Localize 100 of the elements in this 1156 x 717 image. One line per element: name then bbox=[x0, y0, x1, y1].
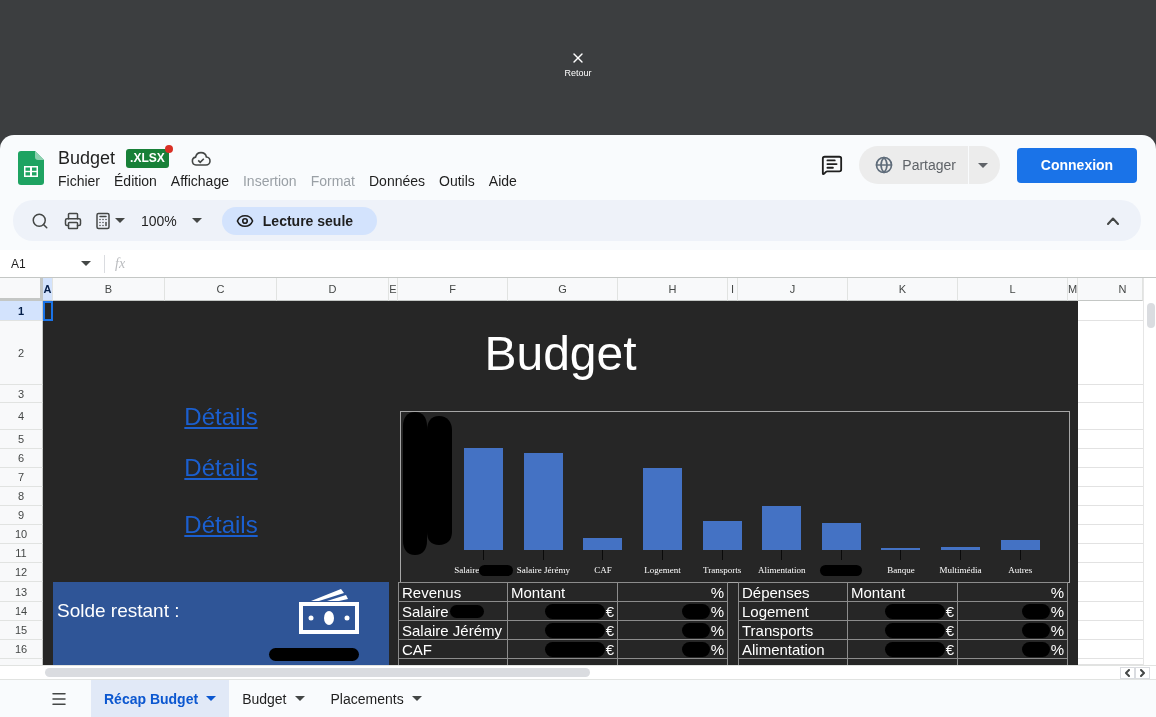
column-header[interactable]: D bbox=[277, 278, 389, 301]
sheet-tab[interactable]: Récap Budget bbox=[91, 680, 230, 717]
menu-item[interactable]: Fichier bbox=[51, 173, 107, 189]
table-header-cell: Dépenses bbox=[742, 583, 810, 601]
row-header[interactable]: 3 bbox=[0, 385, 43, 403]
row-header[interactable]: 7 bbox=[0, 468, 43, 487]
caret-icon bbox=[81, 261, 91, 266]
table-cell: Salaire Jérémy bbox=[402, 621, 503, 639]
table-header-cell: % bbox=[1050, 583, 1064, 601]
scroll-right-button[interactable] bbox=[1135, 666, 1150, 679]
balance-label: Solde restant : bbox=[57, 600, 180, 622]
zoom-select[interactable]: 100% bbox=[137, 208, 206, 233]
share-button[interactable]: Partager bbox=[859, 146, 968, 184]
axis-label: Logement bbox=[644, 565, 681, 576]
menu-item[interactable]: Édition bbox=[107, 173, 164, 189]
axis-label: Alimentation bbox=[758, 565, 806, 576]
scrollbar-thumb[interactable] bbox=[45, 668, 590, 677]
column-header[interactable]: J bbox=[738, 278, 848, 301]
table-cell: CAF bbox=[402, 640, 432, 658]
column-header[interactable]: L bbox=[958, 278, 1068, 301]
close-button[interactable]: Retour bbox=[564, 50, 592, 78]
chevron-up-icon bbox=[1107, 216, 1119, 225]
chevron-right-icon bbox=[1140, 668, 1145, 677]
table-cell: % bbox=[1050, 640, 1064, 658]
column-header[interactable]: C bbox=[165, 278, 277, 301]
table-cell: % bbox=[710, 621, 724, 639]
document-title: Budget bbox=[58, 147, 116, 169]
table-cell: % bbox=[710, 640, 724, 658]
chart-bar bbox=[702, 521, 742, 550]
table-cell: € bbox=[605, 621, 614, 639]
chevron-left-icon bbox=[1125, 668, 1130, 677]
caret-icon bbox=[294, 696, 305, 701]
axis-label: Autres bbox=[1008, 565, 1033, 576]
caret-icon bbox=[191, 218, 202, 223]
scrollbar-thumb[interactable] bbox=[1147, 303, 1155, 328]
table-cell: Salaire bbox=[402, 602, 449, 620]
axis-label: Salaire bbox=[454, 565, 480, 576]
cell-reference-field[interactable]: A1 bbox=[0, 250, 100, 277]
table-cell: € bbox=[605, 640, 614, 658]
table-cell: Alimentation bbox=[742, 640, 825, 658]
table-header-cell: Revenus bbox=[402, 583, 462, 601]
column-header[interactable]: G bbox=[508, 278, 618, 301]
menu-item[interactable]: Données bbox=[362, 173, 433, 189]
axis-label: Salaire Jérémy bbox=[516, 565, 570, 576]
table-cell: % bbox=[710, 602, 724, 620]
chart-bar bbox=[1000, 540, 1040, 550]
column-header[interactable]: H bbox=[618, 278, 728, 301]
column-header[interactable]: F bbox=[398, 278, 508, 301]
caret-icon bbox=[411, 696, 422, 701]
table-cell: € bbox=[945, 640, 954, 658]
table-cell: € bbox=[945, 621, 954, 639]
row-header[interactable]: 1 bbox=[0, 301, 43, 321]
table-cell: Transports bbox=[742, 621, 814, 639]
menu-item[interactable]: Outils bbox=[432, 173, 482, 189]
spreadsheet-logo-icon bbox=[18, 150, 44, 185]
chart-bar bbox=[583, 538, 623, 550]
column-header[interactable]: K bbox=[848, 278, 958, 301]
axis-label: CAF bbox=[594, 565, 612, 576]
row-header[interactable]: 13 bbox=[0, 582, 43, 602]
column-header[interactable]: N bbox=[1078, 278, 1143, 301]
sheet-tab[interactable]: Placements bbox=[317, 680, 435, 717]
row-header[interactable]: 16 bbox=[0, 640, 43, 659]
row-header[interactable]: 11 bbox=[0, 544, 43, 563]
row-header[interactable]: 4 bbox=[0, 403, 43, 430]
table-header-cell: % bbox=[710, 583, 724, 601]
globe-icon bbox=[875, 156, 894, 174]
row-header[interactable]: 6 bbox=[0, 449, 43, 468]
axis-label: Multimédia bbox=[939, 565, 982, 576]
axis-label: Banque bbox=[887, 565, 915, 576]
printer-icon bbox=[64, 211, 82, 230]
sheet-title: Budget bbox=[484, 325, 637, 381]
row-header[interactable]: 14 bbox=[0, 602, 43, 621]
cloud-check-icon bbox=[190, 150, 211, 166]
row-header[interactable]: 10 bbox=[0, 525, 43, 544]
table-cell: € bbox=[945, 602, 954, 620]
row-header[interactable]: 15 bbox=[0, 621, 43, 640]
table-header-cell: Montant bbox=[511, 583, 566, 601]
menu-item[interactable]: Affichage bbox=[163, 173, 236, 189]
row-header[interactable]: 8 bbox=[0, 487, 43, 506]
table-cell: % bbox=[1050, 602, 1064, 620]
view-only-chip[interactable]: Lecture seule bbox=[221, 206, 378, 235]
row-header[interactable]: 9 bbox=[0, 506, 43, 525]
row-header[interactable]: 5 bbox=[0, 430, 43, 449]
row-header[interactable]: 2 bbox=[0, 321, 43, 385]
table-cell: € bbox=[605, 602, 614, 620]
table-header-cell: Montant bbox=[851, 583, 906, 601]
caret-icon bbox=[206, 696, 217, 701]
column-header[interactable]: B bbox=[53, 278, 165, 301]
column-header[interactable]: I bbox=[728, 278, 738, 301]
sign-in-button[interactable]: Connexion bbox=[1017, 147, 1137, 183]
scroll-left-button[interactable] bbox=[1120, 666, 1135, 679]
row-header[interactable]: 12 bbox=[0, 563, 43, 582]
banknotes-icon bbox=[299, 588, 359, 634]
caret-icon bbox=[977, 162, 988, 168]
chart-bar bbox=[941, 547, 981, 550]
sheet-tab[interactable]: Budget bbox=[229, 680, 318, 717]
table-cell: Logement bbox=[742, 602, 809, 620]
notification-dot-icon bbox=[164, 144, 173, 153]
table-cell: % bbox=[1050, 621, 1064, 639]
menu-item[interactable]: Aide bbox=[481, 173, 524, 189]
